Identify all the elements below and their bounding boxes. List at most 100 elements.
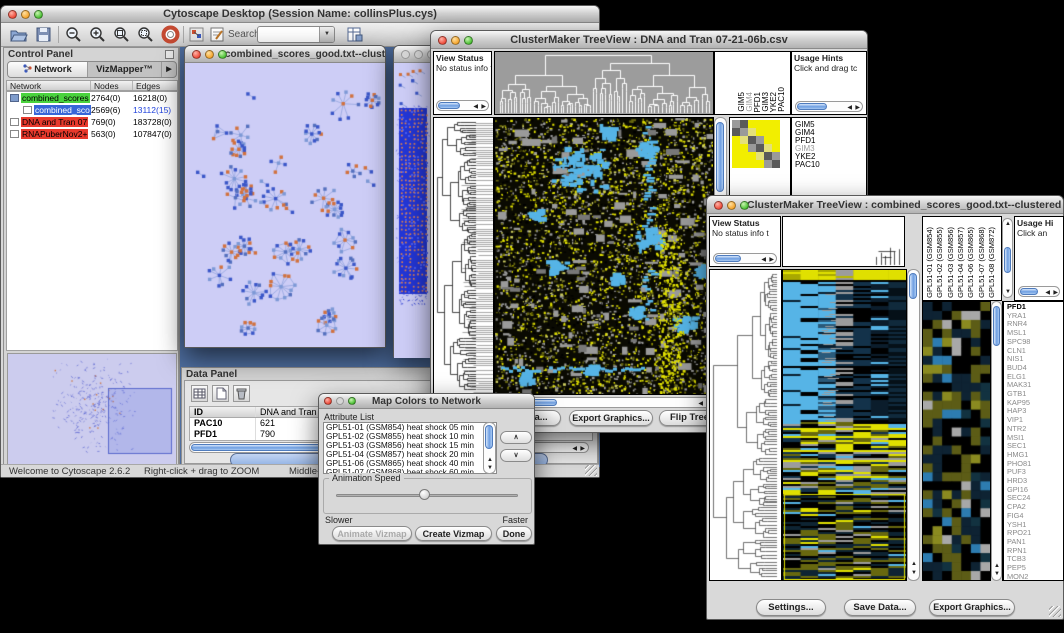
tv1-usage-hscrollbar[interactable]: ◀ ▶ bbox=[795, 101, 863, 112]
create-vizmap-button[interactable]: Create Vizmap bbox=[415, 526, 492, 541]
scrollbar-thumb[interactable] bbox=[797, 103, 827, 110]
close-icon[interactable] bbox=[192, 50, 201, 59]
network-view-titlebar[interactable]: combined_scores_good.txt--cluste... bbox=[185, 46, 385, 63]
attribute-list[interactable]: GPL51-01 (GSM854) heat shock 05 minGPL51… bbox=[323, 422, 497, 474]
float-panel-icon[interactable] bbox=[165, 50, 174, 59]
matrix-cell[interactable] bbox=[732, 160, 740, 168]
treeview1-titlebar[interactable]: ClusterMaker TreeView : DNA and Tran 07-… bbox=[431, 31, 867, 49]
matrix-cell[interactable] bbox=[740, 128, 748, 136]
scroll-right-icon[interactable]: ▶ bbox=[769, 256, 774, 264]
scrollbar-thumb[interactable] bbox=[438, 102, 460, 109]
matrix-cell[interactable] bbox=[772, 160, 780, 168]
speed-slider-thumb[interactable] bbox=[419, 489, 430, 500]
scroll-up-icon[interactable]: ▲ bbox=[994, 562, 1000, 570]
help-lifering-icon[interactable] bbox=[161, 25, 180, 44]
zoom-window-icon[interactable] bbox=[34, 10, 43, 19]
delete-attribute-icon[interactable] bbox=[233, 385, 250, 402]
resize-grip[interactable] bbox=[585, 465, 597, 476]
attribute-list-vscrollbar[interactable]: ▲ ▼ bbox=[483, 422, 496, 474]
close-icon[interactable] bbox=[8, 10, 17, 19]
matrix-cell[interactable] bbox=[756, 128, 764, 136]
network-view2-titlebar[interactable] bbox=[394, 46, 432, 63]
matrix-cell[interactable] bbox=[764, 144, 772, 152]
tv2-heatmap-canvas[interactable] bbox=[783, 270, 906, 580]
close-icon[interactable] bbox=[714, 201, 723, 210]
matrix-cell[interactable] bbox=[732, 120, 740, 128]
tv2-row-dendrogram[interactable] bbox=[709, 269, 782, 581]
annotation-icon[interactable] bbox=[208, 25, 227, 44]
scrollbar-thumb[interactable] bbox=[1004, 247, 1011, 273]
move-up-button[interactable]: ∧ bbox=[500, 431, 532, 444]
tv1-heatmap-canvas[interactable] bbox=[495, 118, 713, 394]
scroll-down-icon[interactable]: ▼ bbox=[994, 570, 1000, 578]
tv2-labels-vscrollbar[interactable]: ▲ ▼ bbox=[1002, 218, 1013, 298]
matrix-cell[interactable] bbox=[772, 128, 780, 136]
tv2-row-dendrogram-canvas[interactable] bbox=[710, 270, 781, 580]
tv2-export-graphics-button[interactable]: Export Graphics... bbox=[929, 599, 1015, 616]
open-file-icon[interactable] bbox=[9, 25, 28, 44]
scrollbar-thumb[interactable] bbox=[716, 122, 724, 192]
tv2-usage-hscrollbar[interactable]: ◀ ▶ bbox=[1018, 286, 1060, 297]
birds-eye-view[interactable] bbox=[7, 353, 177, 465]
scrollbar-thumb[interactable] bbox=[1020, 288, 1038, 295]
tv2-column-dendrogram[interactable] bbox=[782, 216, 905, 267]
matrix-cell[interactable] bbox=[732, 152, 740, 160]
scroll-down-icon[interactable]: ▼ bbox=[487, 464, 493, 472]
zoom-out-icon[interactable] bbox=[64, 25, 83, 44]
tv1-row-dendrogram[interactable] bbox=[433, 117, 494, 395]
tv1-export-graphics-button[interactable]: Export Graphics... bbox=[569, 410, 653, 426]
tv2-save-data-button[interactable]: Save Data... bbox=[844, 599, 916, 616]
scroll-right-icon[interactable]: ▶ bbox=[855, 104, 860, 112]
tv2-column-dendrogram-canvas[interactable] bbox=[783, 217, 904, 266]
zoom-window-icon[interactable] bbox=[464, 36, 473, 45]
done-button[interactable]: Done bbox=[496, 526, 532, 541]
zoom-window-icon[interactable] bbox=[740, 201, 749, 210]
matrix-cell[interactable] bbox=[756, 136, 764, 144]
attribute-browser-icon[interactable] bbox=[345, 25, 364, 44]
close-icon[interactable] bbox=[324, 397, 332, 405]
tab-overflow-button[interactable]: ▶ bbox=[162, 62, 176, 77]
scroll-down-icon[interactable]: ▼ bbox=[911, 569, 917, 577]
matrix-cell[interactable] bbox=[748, 136, 756, 144]
matrix-cell[interactable] bbox=[764, 128, 772, 136]
scroll-up-icon[interactable]: ▲ bbox=[1005, 220, 1011, 228]
main-titlebar[interactable]: Cytoscape Desktop (Session Name: collins… bbox=[1, 6, 599, 23]
matrix-cell[interactable] bbox=[772, 120, 780, 128]
matrix-cell[interactable] bbox=[764, 152, 772, 160]
scroll-left-icon[interactable]: ◀ bbox=[572, 445, 577, 453]
matrix-cell[interactable] bbox=[740, 152, 748, 160]
zoom-in-icon[interactable] bbox=[88, 25, 107, 44]
scrollbar-thumb[interactable] bbox=[715, 255, 741, 262]
scrollbar-thumb[interactable] bbox=[485, 425, 493, 449]
tv1-column-dendrogram[interactable] bbox=[494, 51, 714, 115]
select-attributes-icon[interactable] bbox=[191, 385, 208, 402]
zoom-selected-icon[interactable] bbox=[136, 25, 155, 44]
scroll-up-icon[interactable]: ▲ bbox=[487, 456, 493, 464]
matrix-cell[interactable] bbox=[772, 136, 780, 144]
move-down-button[interactable]: ∨ bbox=[500, 449, 532, 462]
tab-vizmapper[interactable]: VizMapper™ bbox=[88, 62, 162, 77]
scrollbar-thumb[interactable] bbox=[993, 306, 1000, 346]
matrix-cell[interactable] bbox=[732, 136, 740, 144]
matrix-cell[interactable] bbox=[740, 136, 748, 144]
tv1-heatmap[interactable] bbox=[494, 117, 714, 395]
matrix-cell[interactable] bbox=[756, 160, 764, 168]
matrix-cell[interactable] bbox=[748, 120, 756, 128]
close-icon[interactable] bbox=[401, 50, 410, 59]
tv1-column-dendrogram-canvas[interactable] bbox=[495, 52, 713, 114]
tv2-status-hscrollbar[interactable]: ◀ ▶ bbox=[713, 253, 777, 264]
matrix-cell[interactable] bbox=[732, 128, 740, 136]
scroll-left-icon[interactable]: ◀ bbox=[1045, 289, 1050, 297]
minimize-icon[interactable] bbox=[21, 10, 30, 19]
birds-eye-canvas[interactable] bbox=[8, 354, 176, 464]
matrix-cell[interactable] bbox=[764, 136, 772, 144]
network-table-row[interactable]: RNAPuberNov2+563(0)107847(0) bbox=[7, 128, 177, 140]
close-icon[interactable] bbox=[438, 36, 447, 45]
tv2-zoom-vscrollbar[interactable]: ▲ ▼ bbox=[991, 301, 1002, 581]
vizmap-icon[interactable] bbox=[187, 25, 206, 44]
scroll-left-icon[interactable]: ◀ bbox=[473, 103, 478, 111]
scroll-left-icon[interactable]: ◀ bbox=[698, 400, 703, 408]
zoom-window-icon[interactable] bbox=[348, 397, 356, 405]
matrix-cell[interactable] bbox=[748, 160, 756, 168]
minimize-icon[interactable] bbox=[336, 397, 344, 405]
